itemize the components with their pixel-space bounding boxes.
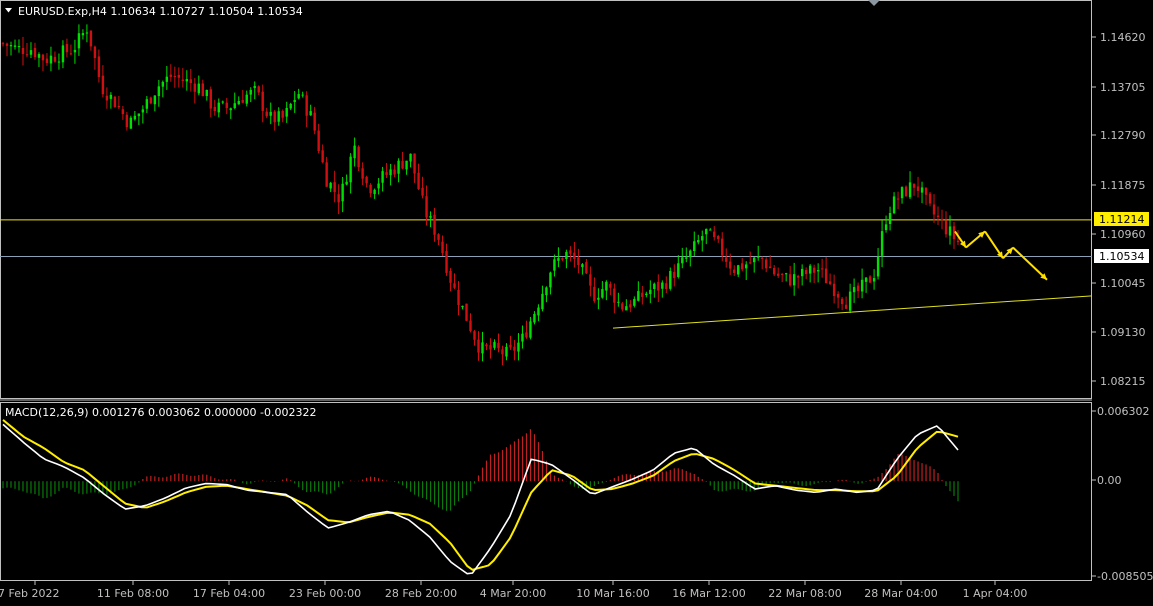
chart-canvas[interactable]: 1.14620 1.13705 1.12790 1.11875 1.10960 1.100… (0, 0, 1153, 602)
price-axis-label: 1.13705 (1100, 81, 1146, 94)
macd-axis-label: 0.00 (1097, 474, 1122, 487)
time-axis-label: 7 Feb 2022 (0, 587, 59, 600)
candle (129, 115, 133, 129)
time-axis-label: 22 Mar 08:00 (768, 587, 841, 600)
candle (357, 145, 360, 172)
price-axis-label: 1.11875 (1100, 179, 1146, 192)
candle (113, 95, 117, 108)
price-axis-label: 1.14620 (1100, 31, 1146, 44)
macd-axis-label: -0.008505 (1097, 570, 1153, 583)
time-axis-label: 10 Mar 16:00 (576, 587, 649, 600)
price-axis-label: 1.09130 (1100, 326, 1146, 339)
time-axis-label: 16 Mar 12:00 (672, 587, 745, 600)
price-axis-label: 1.10960 (1100, 228, 1146, 241)
price-tag-current: 1.10534 (1099, 250, 1145, 263)
price-tag-yellow: 1.11214 (1099, 213, 1145, 226)
time-axis-label: 4 Mar 20:00 (480, 587, 546, 600)
price-axis-label: 1.12790 (1100, 129, 1146, 142)
macd-axis-label: 0.006302 (1097, 405, 1150, 418)
time-axis-label: 23 Feb 00:00 (289, 587, 361, 600)
macd-title: MACD(12,26,9) 0.001276 0.003062 0.000000… (5, 406, 316, 419)
price-axis-label: 1.08215 (1100, 375, 1146, 388)
symbol-title: EURUSD.Exp,H4 1.10634 1.10727 1.10504 1.… (18, 5, 303, 18)
candle (904, 185, 908, 197)
candle (669, 267, 672, 291)
time-axis-label: 17 Feb 04:00 (193, 587, 265, 600)
trading-chart[interactable]: 1.14620 1.13705 1.12790 1.11875 1.10960 1.100… (0, 0, 1153, 602)
time-axis-label: 28 Mar 04:00 (864, 587, 937, 600)
time-axis-label: 11 Feb 08:00 (97, 587, 169, 600)
time-axis-label: 28 Feb 20:00 (385, 587, 457, 600)
candle (149, 96, 153, 105)
price-axis-label: 1.10045 (1100, 277, 1146, 290)
candle (465, 303, 468, 322)
time-axis-label: 1 Apr 04:00 (963, 587, 1028, 600)
